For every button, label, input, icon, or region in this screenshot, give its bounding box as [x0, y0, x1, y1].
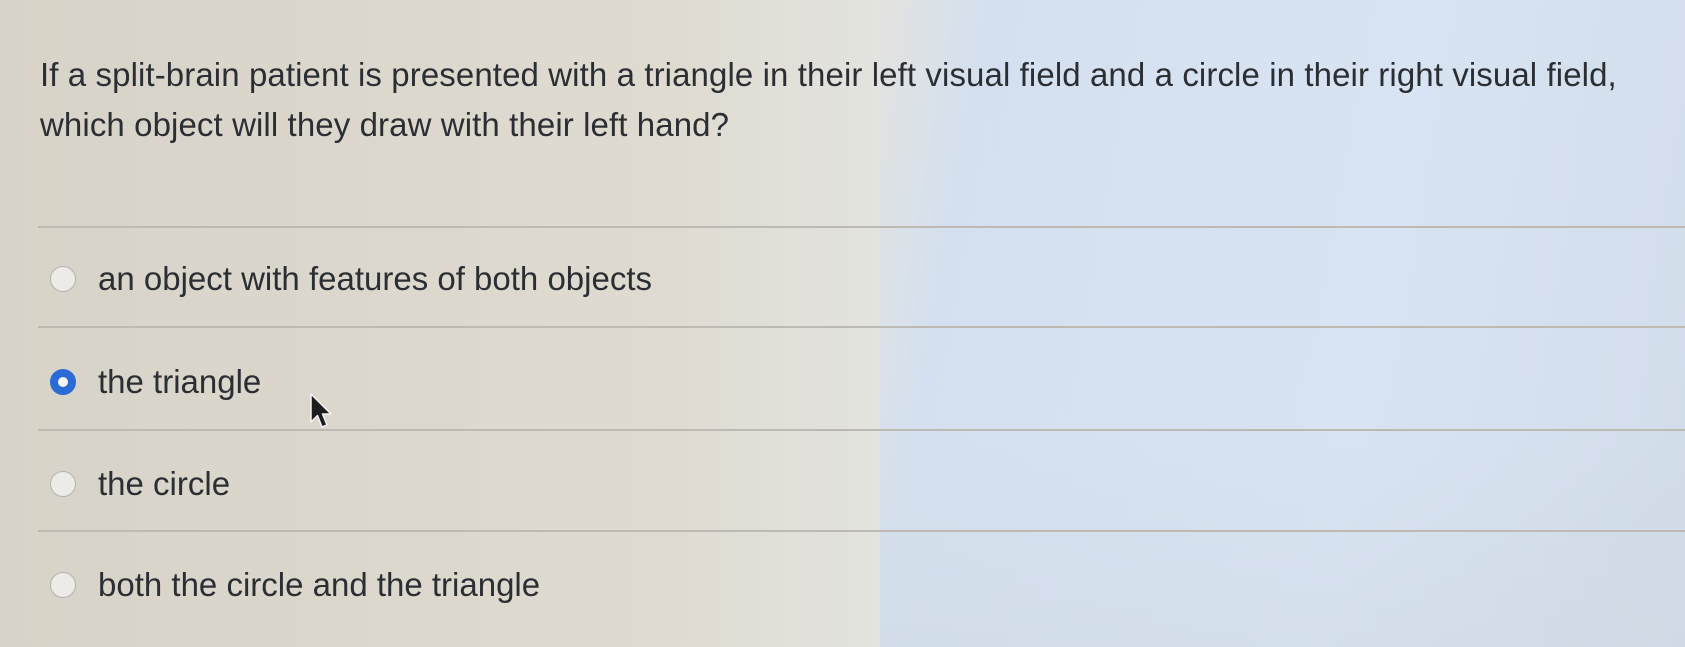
radio-button[interactable]: [50, 266, 76, 292]
divider: [38, 429, 1685, 431]
answer-option-label: the triangle: [98, 363, 262, 400]
mouse-pointer-icon: [310, 393, 332, 428]
radio-button[interactable]: [50, 471, 76, 497]
answer-option-label: an object with features of both objects: [98, 260, 653, 297]
answer-option-3[interactable]: the circle: [50, 459, 230, 509]
screen-glare-lower: [880, 420, 1685, 647]
divider: [38, 530, 1685, 532]
answer-option-4[interactable]: both the circle and the triangle: [50, 560, 540, 610]
radio-button-selected[interactable]: [50, 369, 76, 395]
divider: [38, 326, 1685, 328]
radio-button[interactable]: [50, 572, 76, 598]
answer-option-1[interactable]: an object with features of both objects: [50, 254, 652, 304]
question-text: If a split-brain patient is presented wi…: [40, 56, 1617, 143]
answer-option-label: both the circle and the triangle: [98, 566, 541, 603]
answer-option-2[interactable]: the triangle: [50, 357, 261, 407]
answer-option-label: the circle: [98, 465, 231, 502]
divider: [38, 226, 1685, 228]
